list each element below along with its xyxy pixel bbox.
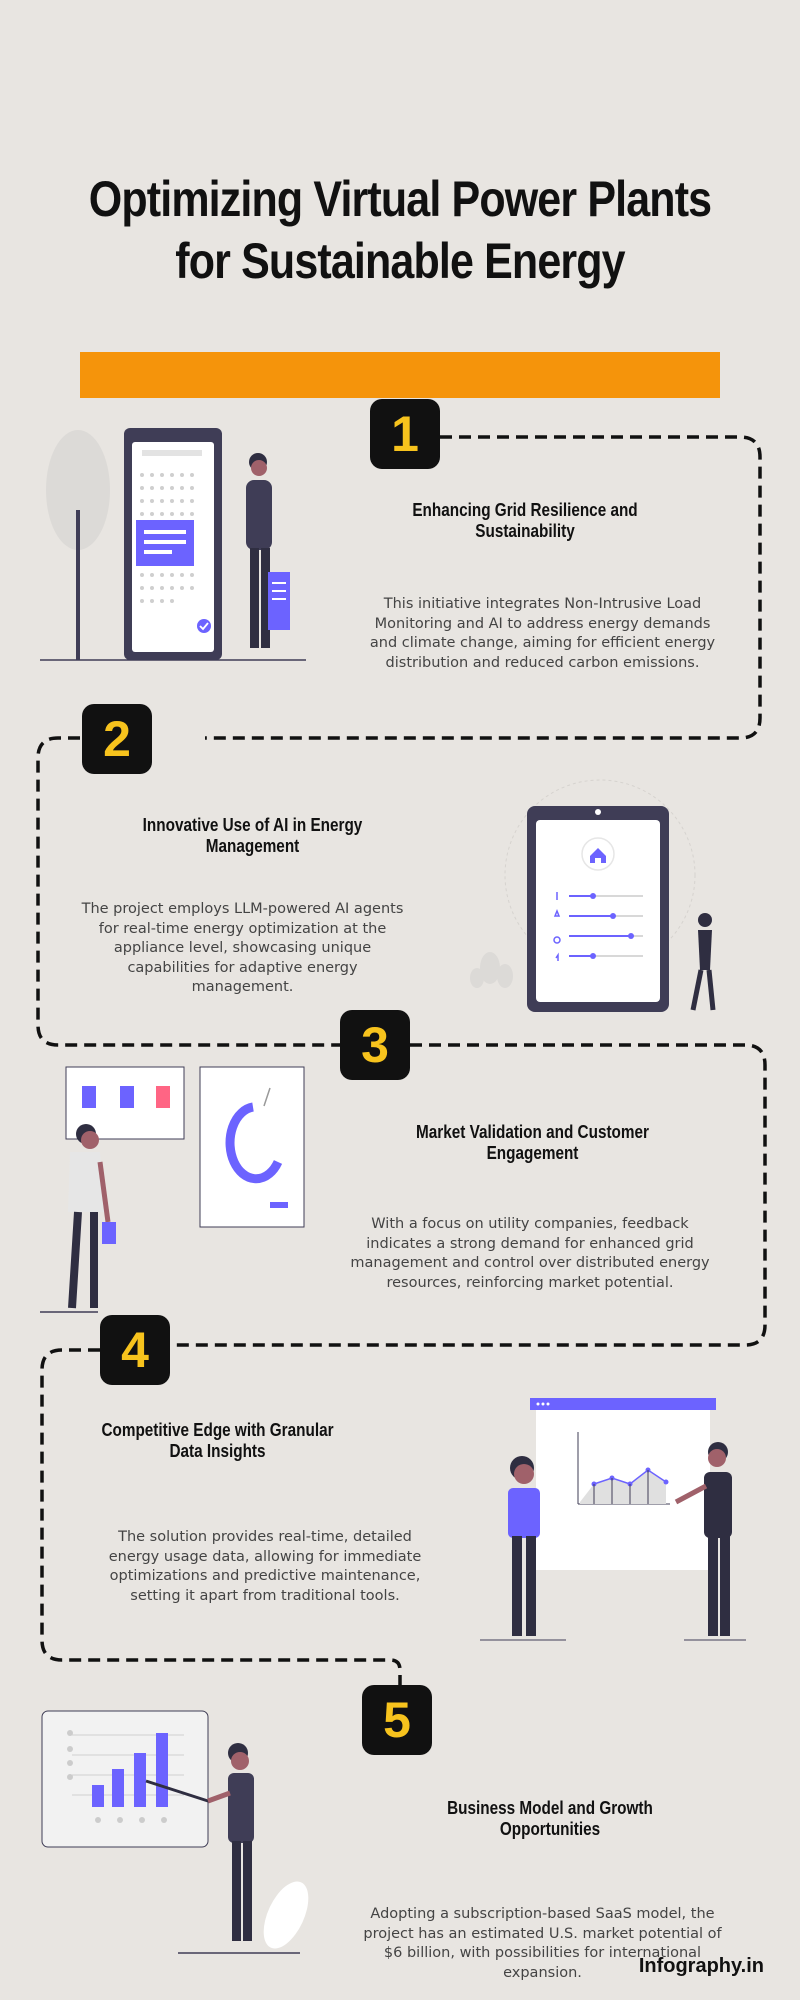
section-2-heading: Innovative Use of AI in Energy Managemen… bbox=[142, 815, 363, 856]
section-1-description: This initiative integrates Non-Intrusive… bbox=[369, 596, 716, 671]
section-4-description: The solution provides real-time, detaile… bbox=[108, 1529, 422, 1604]
section-2-description: The project employs LLM-powered AI agent… bbox=[81, 901, 404, 995]
phone-person-illustration bbox=[40, 428, 306, 661]
board-presentation-illustration bbox=[40, 1066, 305, 1313]
section-1-heading: Enhancing Grid Resilience and Sustainabi… bbox=[412, 500, 638, 541]
section-4-number: 4 bbox=[100, 1315, 170, 1385]
section-2-number: 2 bbox=[82, 704, 152, 774]
section-4-heading: Competitive Edge with Granular Data Insi… bbox=[101, 1420, 334, 1461]
page-title: Optimizing Virtual Power Plants for Sust… bbox=[88, 171, 712, 289]
accent-bar bbox=[80, 352, 720, 398]
bar-chart-presenter-illustration bbox=[41, 1710, 309, 1954]
section-5-number: 5 bbox=[362, 1685, 432, 1755]
brand-footer: Infography.in bbox=[638, 1955, 764, 1977]
section-3-heading: Market Validation and Customer Engagemen… bbox=[416, 1122, 649, 1163]
tablet-smart-home-illustration bbox=[470, 779, 716, 1012]
chart-discussion-illustration bbox=[480, 1398, 746, 1641]
section-5-heading: Business Model and Growth Opportunities bbox=[447, 1798, 653, 1839]
section-3-number: 3 bbox=[340, 1010, 410, 1080]
section-1-number: 1 bbox=[370, 399, 440, 469]
section-3-description: With a focus on utility companies, feedb… bbox=[350, 1216, 710, 1291]
